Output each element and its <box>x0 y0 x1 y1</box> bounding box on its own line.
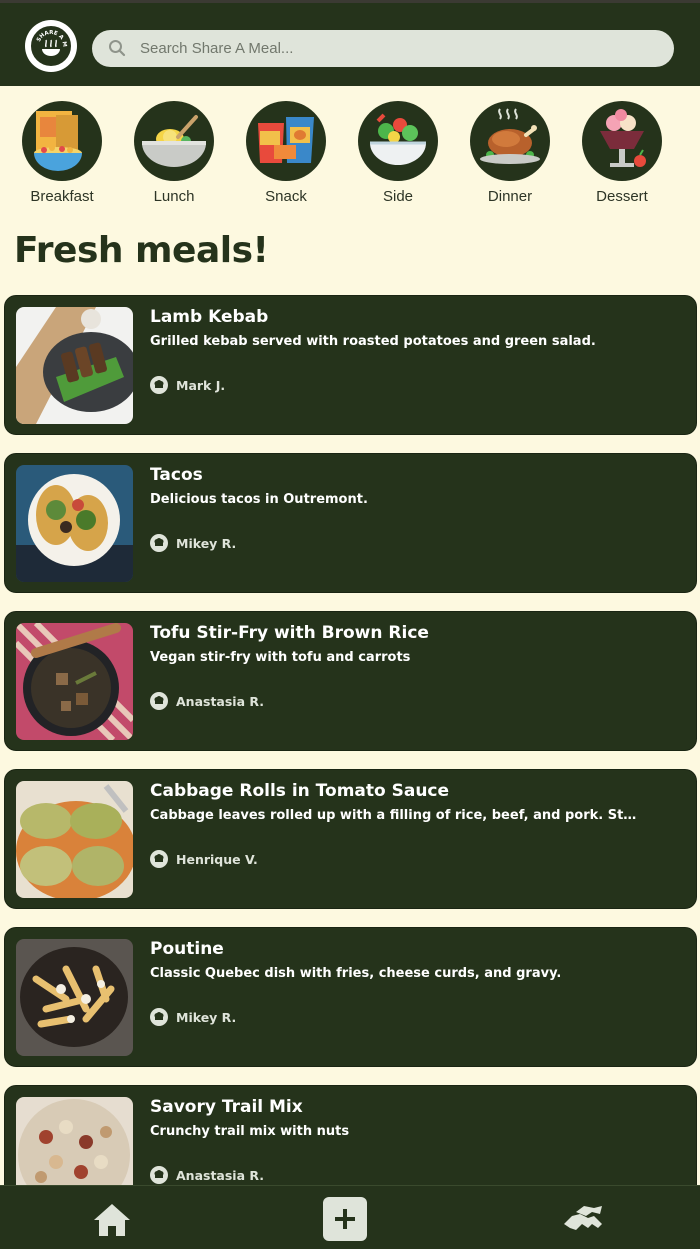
meal-photo <box>16 465 133 582</box>
svg-text:SHARE A MEAL: SHARE A MEAL <box>31 26 67 47</box>
category-snack[interactable]: Snack <box>230 101 342 205</box>
meal-card[interactable]: Tofu Stir-Fry with Brown Rice Vegan stir… <box>4 611 697 751</box>
meal-author[interactable]: Anastasia R. <box>150 1166 264 1184</box>
author-name: Mikey R. <box>176 1009 237 1025</box>
category-dinner[interactable]: Dinner <box>454 101 566 205</box>
category-label: Breakfast <box>30 188 94 205</box>
author-name: Henrique V. <box>176 851 258 867</box>
author-name: Anastasia R. <box>176 1167 264 1183</box>
category-lunch[interactable]: Lunch <box>118 101 230 205</box>
meal-description: Classic Quebec dish with fries, cheese c… <box>150 966 562 981</box>
category-label: Snack <box>265 188 307 205</box>
home-icon <box>94 1204 130 1236</box>
category-label: Dinner <box>487 188 533 205</box>
meal-title: Cabbage Rolls in Tomato Sauce <box>150 781 450 801</box>
meal-title: Poutine <box>150 939 224 959</box>
category-label: Dessert <box>596 188 648 205</box>
meal-description: Delicious tacos in Outremont. <box>150 492 368 507</box>
handshake-icon <box>564 1206 602 1230</box>
meal-card[interactable]: Poutine Classic Quebec dish with fries, … <box>4 927 697 1067</box>
bottom-nav <box>0 1185 700 1249</box>
category-side[interactable]: Side <box>342 101 454 205</box>
chef-hat-icon <box>150 692 168 710</box>
chef-hat-icon <box>150 376 168 394</box>
meal-author[interactable]: Henrique V. <box>150 850 258 868</box>
meal-title: Lamb Kebab <box>150 307 269 327</box>
meal-card[interactable]: Tacos Delicious tacos in Outremont. Mike… <box>4 453 697 593</box>
roast-turkey-icon <box>470 101 550 181</box>
meal-card[interactable]: Savory Trail Mix Crunchy trail mix with … <box>4 1085 697 1185</box>
author-name: Mikey R. <box>176 535 237 551</box>
meal-photo <box>16 307 133 424</box>
meal-title: Savory Trail Mix <box>150 1097 303 1117</box>
meal-title: Tacos <box>150 465 203 485</box>
author-name: Anastasia R. <box>176 693 264 709</box>
meal-card[interactable]: Lamb Kebab Grilled kebab served with roa… <box>4 295 697 435</box>
chef-hat-icon <box>150 534 168 552</box>
chef-hat-icon <box>150 1008 168 1026</box>
cereal-box-icon <box>22 101 102 181</box>
meal-photo <box>16 1097 133 1185</box>
plus-icon <box>335 1209 355 1229</box>
meal-description: Crunchy trail mix with nuts <box>150 1124 350 1139</box>
category-dessert[interactable]: Dessert <box>566 101 678 205</box>
meal-author[interactable]: Mikey R. <box>150 534 236 552</box>
meal-description: Cabbage leaves rolled up with a filling … <box>150 808 640 823</box>
section-title: Fresh meals! <box>14 230 269 271</box>
category-label: Lunch <box>153 188 195 205</box>
noodle-bowl-icon <box>134 101 214 181</box>
chef-hat-icon <box>150 1166 168 1184</box>
salad-bowl-icon <box>358 101 438 181</box>
chips-bag-icon <box>246 101 326 181</box>
search-input[interactable] <box>140 30 660 67</box>
author-name: Mark J. <box>176 377 226 393</box>
meal-author[interactable]: Mark J. <box>150 376 225 394</box>
meal-list: Lamb Kebab Grilled kebab served with roa… <box>0 295 700 1185</box>
nav-share-button[interactable] <box>562 1202 604 1236</box>
meal-description: Grilled kebab served with roasted potato… <box>150 334 596 349</box>
logo-icon: SHARE A MEAL <box>31 26 67 56</box>
meal-photo <box>16 781 133 898</box>
chef-hat-icon <box>150 850 168 868</box>
meal-description: Vegan stir-fry with tofu and carrots <box>150 650 411 665</box>
meal-title: Tofu Stir-Fry with Brown Rice <box>150 623 429 643</box>
category-row: Breakfast Lunch Snack Side Dinner Desser… <box>0 101 700 211</box>
meal-photo <box>16 939 133 1056</box>
app-logo[interactable]: SHARE A MEAL <box>25 20 77 72</box>
top-bar: SHARE A MEAL <box>0 0 700 86</box>
ice-cream-sundae-icon <box>582 101 662 181</box>
meal-photo <box>16 623 133 740</box>
search-bar[interactable] <box>92 30 674 67</box>
nav-home-button[interactable] <box>92 1202 132 1238</box>
nav-add-button[interactable] <box>323 1197 367 1241</box>
category-breakfast[interactable]: Breakfast <box>6 101 118 205</box>
category-label: Side <box>382 188 414 205</box>
meal-author[interactable]: Anastasia R. <box>150 692 264 710</box>
search-icon <box>109 40 126 57</box>
meal-author[interactable]: Mikey R. <box>150 1008 236 1026</box>
meal-card[interactable]: Cabbage Rolls in Tomato Sauce Cabbage le… <box>4 769 697 909</box>
